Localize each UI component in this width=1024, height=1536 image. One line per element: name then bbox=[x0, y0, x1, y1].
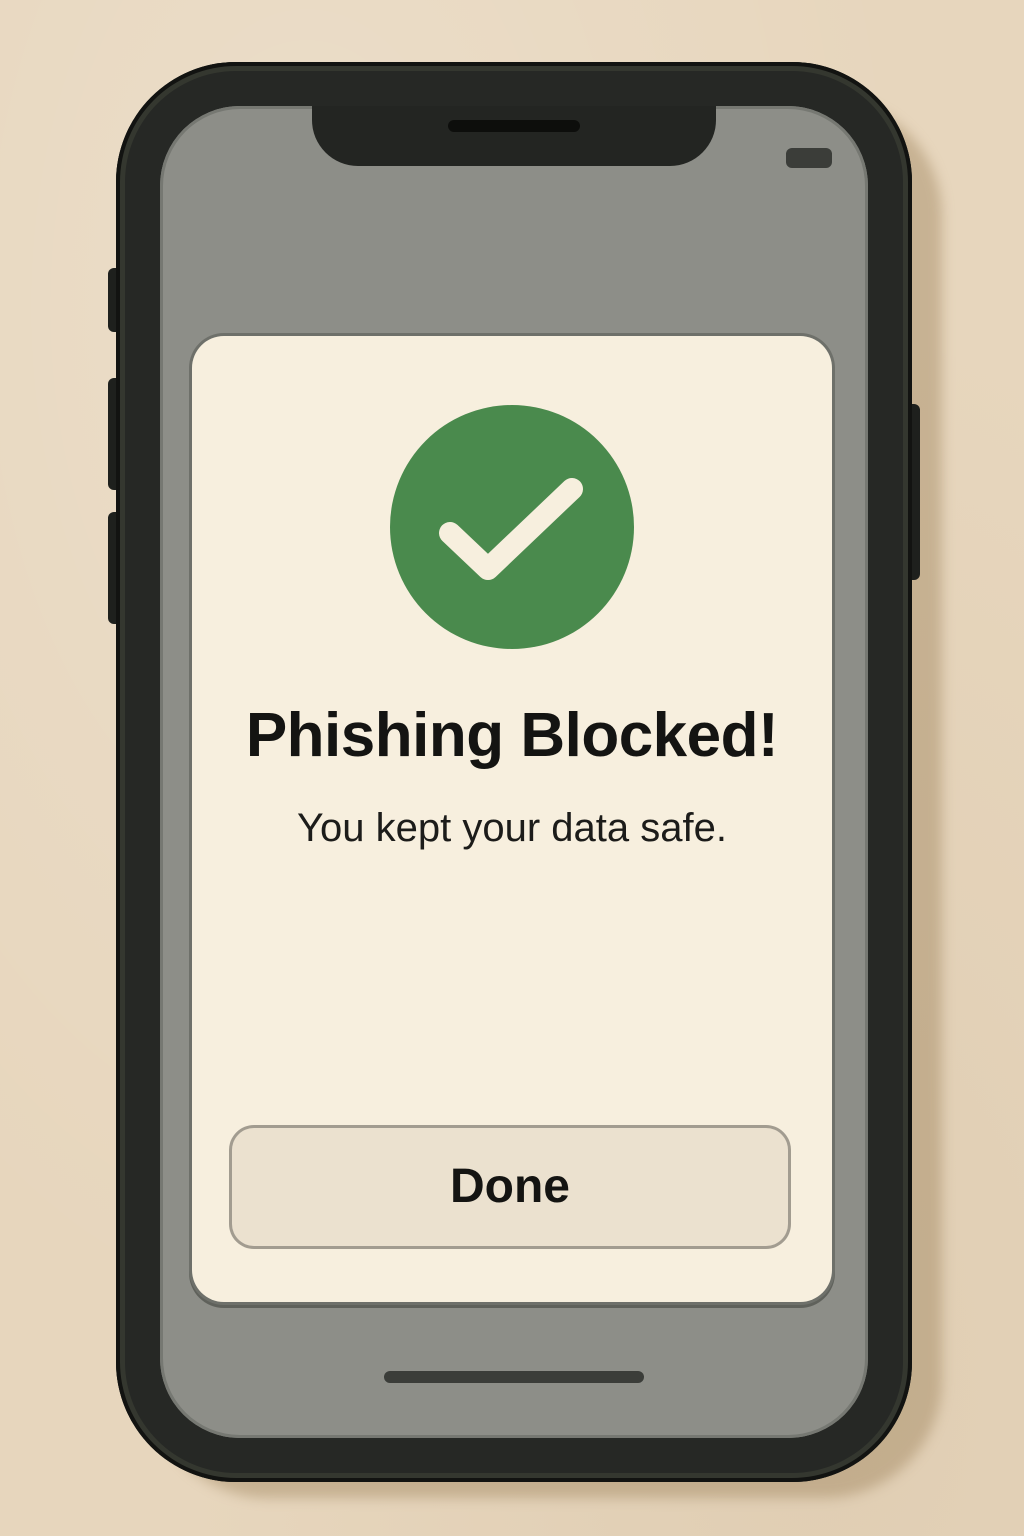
done-button[interactable]: Done bbox=[232, 1128, 788, 1246]
battery-icon bbox=[786, 148, 832, 168]
home-indicator[interactable] bbox=[384, 1371, 644, 1383]
phone-screen: Phishing Blocked! You kept your data saf… bbox=[160, 106, 868, 1438]
checkmark-icon bbox=[439, 478, 583, 580]
phone-frame: Phishing Blocked! You kept your data saf… bbox=[116, 62, 912, 1482]
notch bbox=[312, 106, 716, 166]
dialog-message: You kept your data safe. bbox=[297, 806, 727, 850]
success-dialog: Phishing Blocked! You kept your data saf… bbox=[192, 336, 832, 1302]
earpiece-speaker bbox=[448, 120, 580, 132]
checkmark-circle-icon bbox=[390, 405, 634, 649]
dialog-title: Phishing Blocked! bbox=[245, 701, 779, 770]
